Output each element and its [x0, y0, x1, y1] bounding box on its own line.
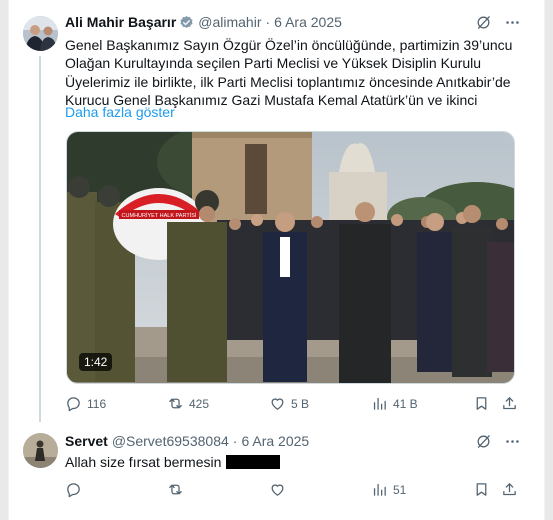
verified-badge-icon [180, 15, 193, 28]
like-icon [271, 484, 284, 496]
show-more-link[interactable]: Daha fazla göster [65, 104, 175, 120]
video-thumbnail: CUMHURİYET HALK PARTİSİ [67, 132, 514, 383]
share-button[interactable] [501, 481, 523, 498]
bookmark-button[interactable] [473, 395, 495, 412]
share-button[interactable] [501, 395, 523, 412]
repost-icon [169, 398, 182, 409]
reply-icon [67, 483, 80, 498]
like-icon [271, 398, 284, 410]
video-player[interactable]: CUMHURİYET HALK PARTİSİ 1:42 [66, 131, 515, 384]
tweet-servet[interactable]: Servet @Servet69538084 · 6 Ara 2025 Alla… [9, 425, 546, 520]
tweet-text-content: Allah size fırsat bermesin [65, 454, 222, 470]
share-icon [503, 483, 516, 496]
redacted-block [226, 455, 281, 469]
author-handle[interactable]: @alimahir [198, 13, 261, 31]
author-handle[interactable]: @Servet69538084 [112, 432, 229, 450]
repost-count: 425 [189, 396, 210, 411]
tweet-text-line: Olağan Kurultayında seçilen Parti Meclis… [65, 55, 482, 72]
tweet-date[interactable]: 6 Ara 2025 [274, 13, 342, 31]
share-icon [503, 397, 516, 410]
more-icon[interactable] [504, 14, 521, 31]
grok-icon[interactable] [475, 14, 492, 31]
like-count: 5 B [291, 396, 310, 411]
reply-button[interactable] [65, 481, 87, 498]
video-duration: 1:42 [79, 353, 113, 371]
avatar-alimahir[interactable] [23, 16, 58, 51]
views-count: 41 B [393, 396, 418, 411]
tweet-text-line: Üyelerimiz ile birlikte, ilk Parti Mecli… [65, 73, 511, 90]
tweet-date[interactable]: 6 Ara 2025 [241, 432, 309, 450]
reply-button[interactable]: 116 [65, 395, 106, 412]
like-button[interactable] [269, 481, 291, 498]
views-button[interactable]: 51 [371, 481, 406, 498]
separator-dot: · [265, 14, 271, 30]
reply-count: 116 [87, 396, 107, 411]
views-button[interactable]: 41 B [371, 395, 418, 412]
thread-connector [39, 56, 41, 422]
tweet-text: Genel Başkanımız Sayın Özgür Özel’in önc… [65, 36, 525, 110]
bookmark-icon [476, 397, 487, 410]
tweet-text: Allah size fırsat bermesin [65, 453, 525, 471]
like-button[interactable]: 5 B [269, 395, 309, 412]
tweet-header: Servet @Servet69538084 · 6 Ara 2025 [65, 432, 309, 450]
reply-icon [67, 397, 80, 412]
avatar-servet[interactable] [23, 433, 58, 468]
views-icon [373, 397, 386, 410]
wreath-ribbon-text: CUMHURİYET HALK PARTİSİ [122, 212, 197, 219]
grok-icon[interactable] [475, 433, 492, 450]
tweet-header: Ali Mahir Başarır @alimahir · 6 Ara 2025 [65, 13, 342, 31]
separator-dot: · [232, 433, 238, 449]
tweet-header-actions [475, 433, 521, 450]
author-name[interactable]: Ali Mahir Başarır [65, 13, 176, 31]
repost-button[interactable] [167, 481, 189, 498]
repost-icon [169, 484, 182, 495]
tweet-actions: 51 [65, 481, 525, 501]
bookmark-icon [476, 483, 487, 496]
repost-button[interactable]: 425 [167, 395, 209, 412]
tweet-header-actions [475, 14, 521, 31]
tweet-actions: 116 425 5 B 41 B [65, 395, 525, 415]
views-icon [373, 483, 386, 496]
tweet-text-line: Genel Başkanımız Sayın Özgür Özel’in önc… [65, 37, 513, 53]
timeline: Ali Mahir Başarır @alimahir · 6 Ara 2025… [8, 0, 545, 520]
views-count: 51 [393, 482, 407, 497]
author-name[interactable]: Servet [65, 432, 108, 450]
bookmark-button[interactable] [473, 481, 495, 498]
more-icon[interactable] [504, 433, 521, 450]
tweet-alimahir[interactable]: Ali Mahir Başarır @alimahir · 6 Ara 2025… [9, 0, 546, 425]
